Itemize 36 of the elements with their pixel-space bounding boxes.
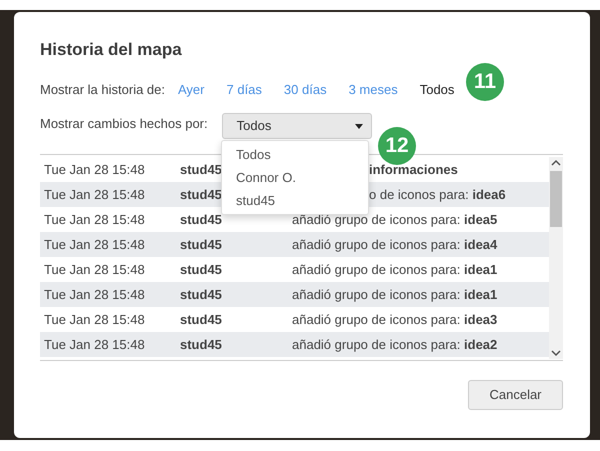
user-cell: stud45: [180, 186, 222, 202]
scrollbar[interactable]: [549, 157, 563, 359]
date-cell-text: Tue Jan 28 15:48: [43, 210, 146, 229]
user-cell: stud45: [180, 212, 222, 227]
menu-item[interactable]: Todos: [222, 144, 368, 167]
date-cell-text: Tue Jan 28 15:48: [43, 260, 146, 279]
user-cell: stud45: [180, 162, 222, 177]
menu-item[interactable]: stud45: [222, 190, 368, 213]
date-cell-text: Tue Jan 28 15:48: [43, 286, 146, 304]
user-cell: stud45: [180, 336, 222, 352]
callout-badge: 12: [378, 127, 416, 165]
date-cell-text: Tue Jan 28 15:48: [43, 236, 146, 254]
user-cell: stud45: [180, 312, 222, 327]
user-cell: stud45: [180, 286, 222, 302]
caret-icon: [354, 124, 363, 128]
change-cell-text: añadió grupo de iconos para: idea5: [292, 210, 498, 229]
change-cell-text: añadió grupo de iconos para: idea1: [292, 260, 498, 279]
user-cell: stud45: [180, 236, 222, 252]
change-cell-text: añadió grupo de iconos para: idea4: [292, 236, 498, 254]
change-cell-text: añadió grupo de iconos para: idea1: [292, 286, 498, 304]
period-link[interactable]: Todos: [420, 80, 454, 100]
change-cell-text: o de iconos para: idea6: [369, 186, 506, 204]
date-cell-text: Tue Jan 28 15:48: [43, 336, 146, 354]
date-cell-text: Tue Jan 28 15:48: [43, 160, 146, 179]
change-cell-text: añadió grupo de iconos para: idea2: [292, 336, 498, 354]
date-cell-text: Tue Jan 28 15:48: [43, 310, 146, 329]
user-cell: stud45: [180, 262, 222, 277]
change-cell-text: añadió grupo de iconos para: idea3: [292, 310, 498, 329]
date-cell-text: Tue Jan 28 15:48: [43, 186, 146, 204]
cancel-button[interactable]: Cancelar: [468, 380, 563, 410]
user-select[interactable]: Todos: [222, 113, 372, 139]
menu-item[interactable]: Connor O.: [222, 167, 368, 190]
filter-label: Mostrar cambios hechos por:: [40, 115, 208, 133]
dialog-title: Historia del mapa: [40, 39, 183, 61]
callout-badge: 11: [466, 63, 504, 101]
filter-label: Mostrar la historia de:: [40, 81, 165, 100]
